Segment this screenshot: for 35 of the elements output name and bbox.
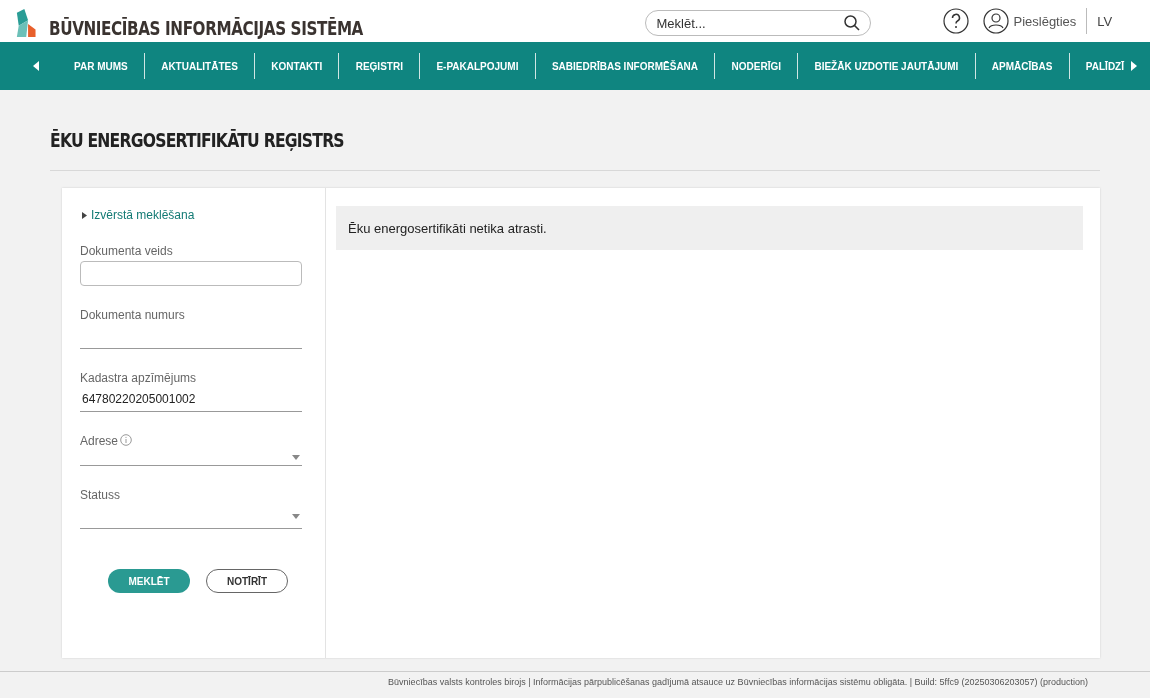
field-label: Adrese [80, 434, 119, 448]
nav-link[interactable]: REĢISTRI [355, 60, 403, 72]
help-icon[interactable] [943, 8, 970, 34]
scroll-right-icon[interactable] [1130, 61, 1138, 71]
nav-link[interactable]: E-PAKALPOJUMI [436, 60, 519, 72]
input-field[interactable] [80, 261, 302, 286]
nav-link[interactable]: SABIEDRĪBAS INFORMĒŠANA [551, 60, 699, 72]
field-label: Dokumenta numurs [80, 308, 185, 322]
field-label: Dokumenta veids [80, 244, 173, 258]
caret-icon [292, 455, 300, 460]
nav-link[interactable]: BIEŽĀK UZDOTIE JAUTĀJUMI [814, 60, 959, 72]
search-button[interactable]: MEKLĒT [108, 569, 190, 593]
site-title[interactable]: BŪVNIECĪBAS INFORMĀCIJAS SISTĒMA [49, 17, 363, 39]
nav-link[interactable]: AKTUALITĀTES [161, 60, 238, 72]
field-label: Statuss [80, 488, 121, 502]
scroll-left-icon[interactable] [32, 61, 40, 71]
user-icon [983, 8, 1010, 34]
search-icon[interactable] [843, 14, 862, 32]
page-title: ĒKU ENERGOSERTIFIKĀTU REĢISTRS [50, 128, 344, 152]
advanced-search-link[interactable]: Izvērstā meklēšana [82, 208, 301, 222]
caret-icon [292, 513, 300, 519]
expand-icon [82, 211, 87, 219]
nav-link[interactable]: APMĀCĪBAS [991, 60, 1053, 72]
info-icon[interactable] [120, 434, 133, 446]
nav-link[interactable]: PALĪDZĪ [1085, 60, 1130, 72]
field-label: Kadastra apzīmējums [80, 371, 197, 385]
language-button[interactable]: LV [1097, 13, 1113, 29]
nav-link[interactable]: PAR MUMS [74, 60, 128, 72]
nav-link[interactable]: NODERĪGI [731, 60, 781, 72]
empty-message: Ēku energosertifikāti netika atrasti. [336, 206, 1083, 250]
clear-button[interactable]: NOTĪRĪT [206, 569, 288, 593]
nav-link[interactable]: KONTAKTI [271, 60, 323, 72]
login-button[interactable]: Pieslēgties [983, 8, 1077, 34]
search-field[interactable]: Meklēt... [645, 10, 872, 36]
footer-text: Būvniecības valsts kontroles birojs | Informācijas pārpublicēšanas gadījumā atsauce uz Būvniecības informācijas sistēmu obligāta. | Build: 5ffc9 (20250306203057) (production) [0, 671, 1150, 687]
